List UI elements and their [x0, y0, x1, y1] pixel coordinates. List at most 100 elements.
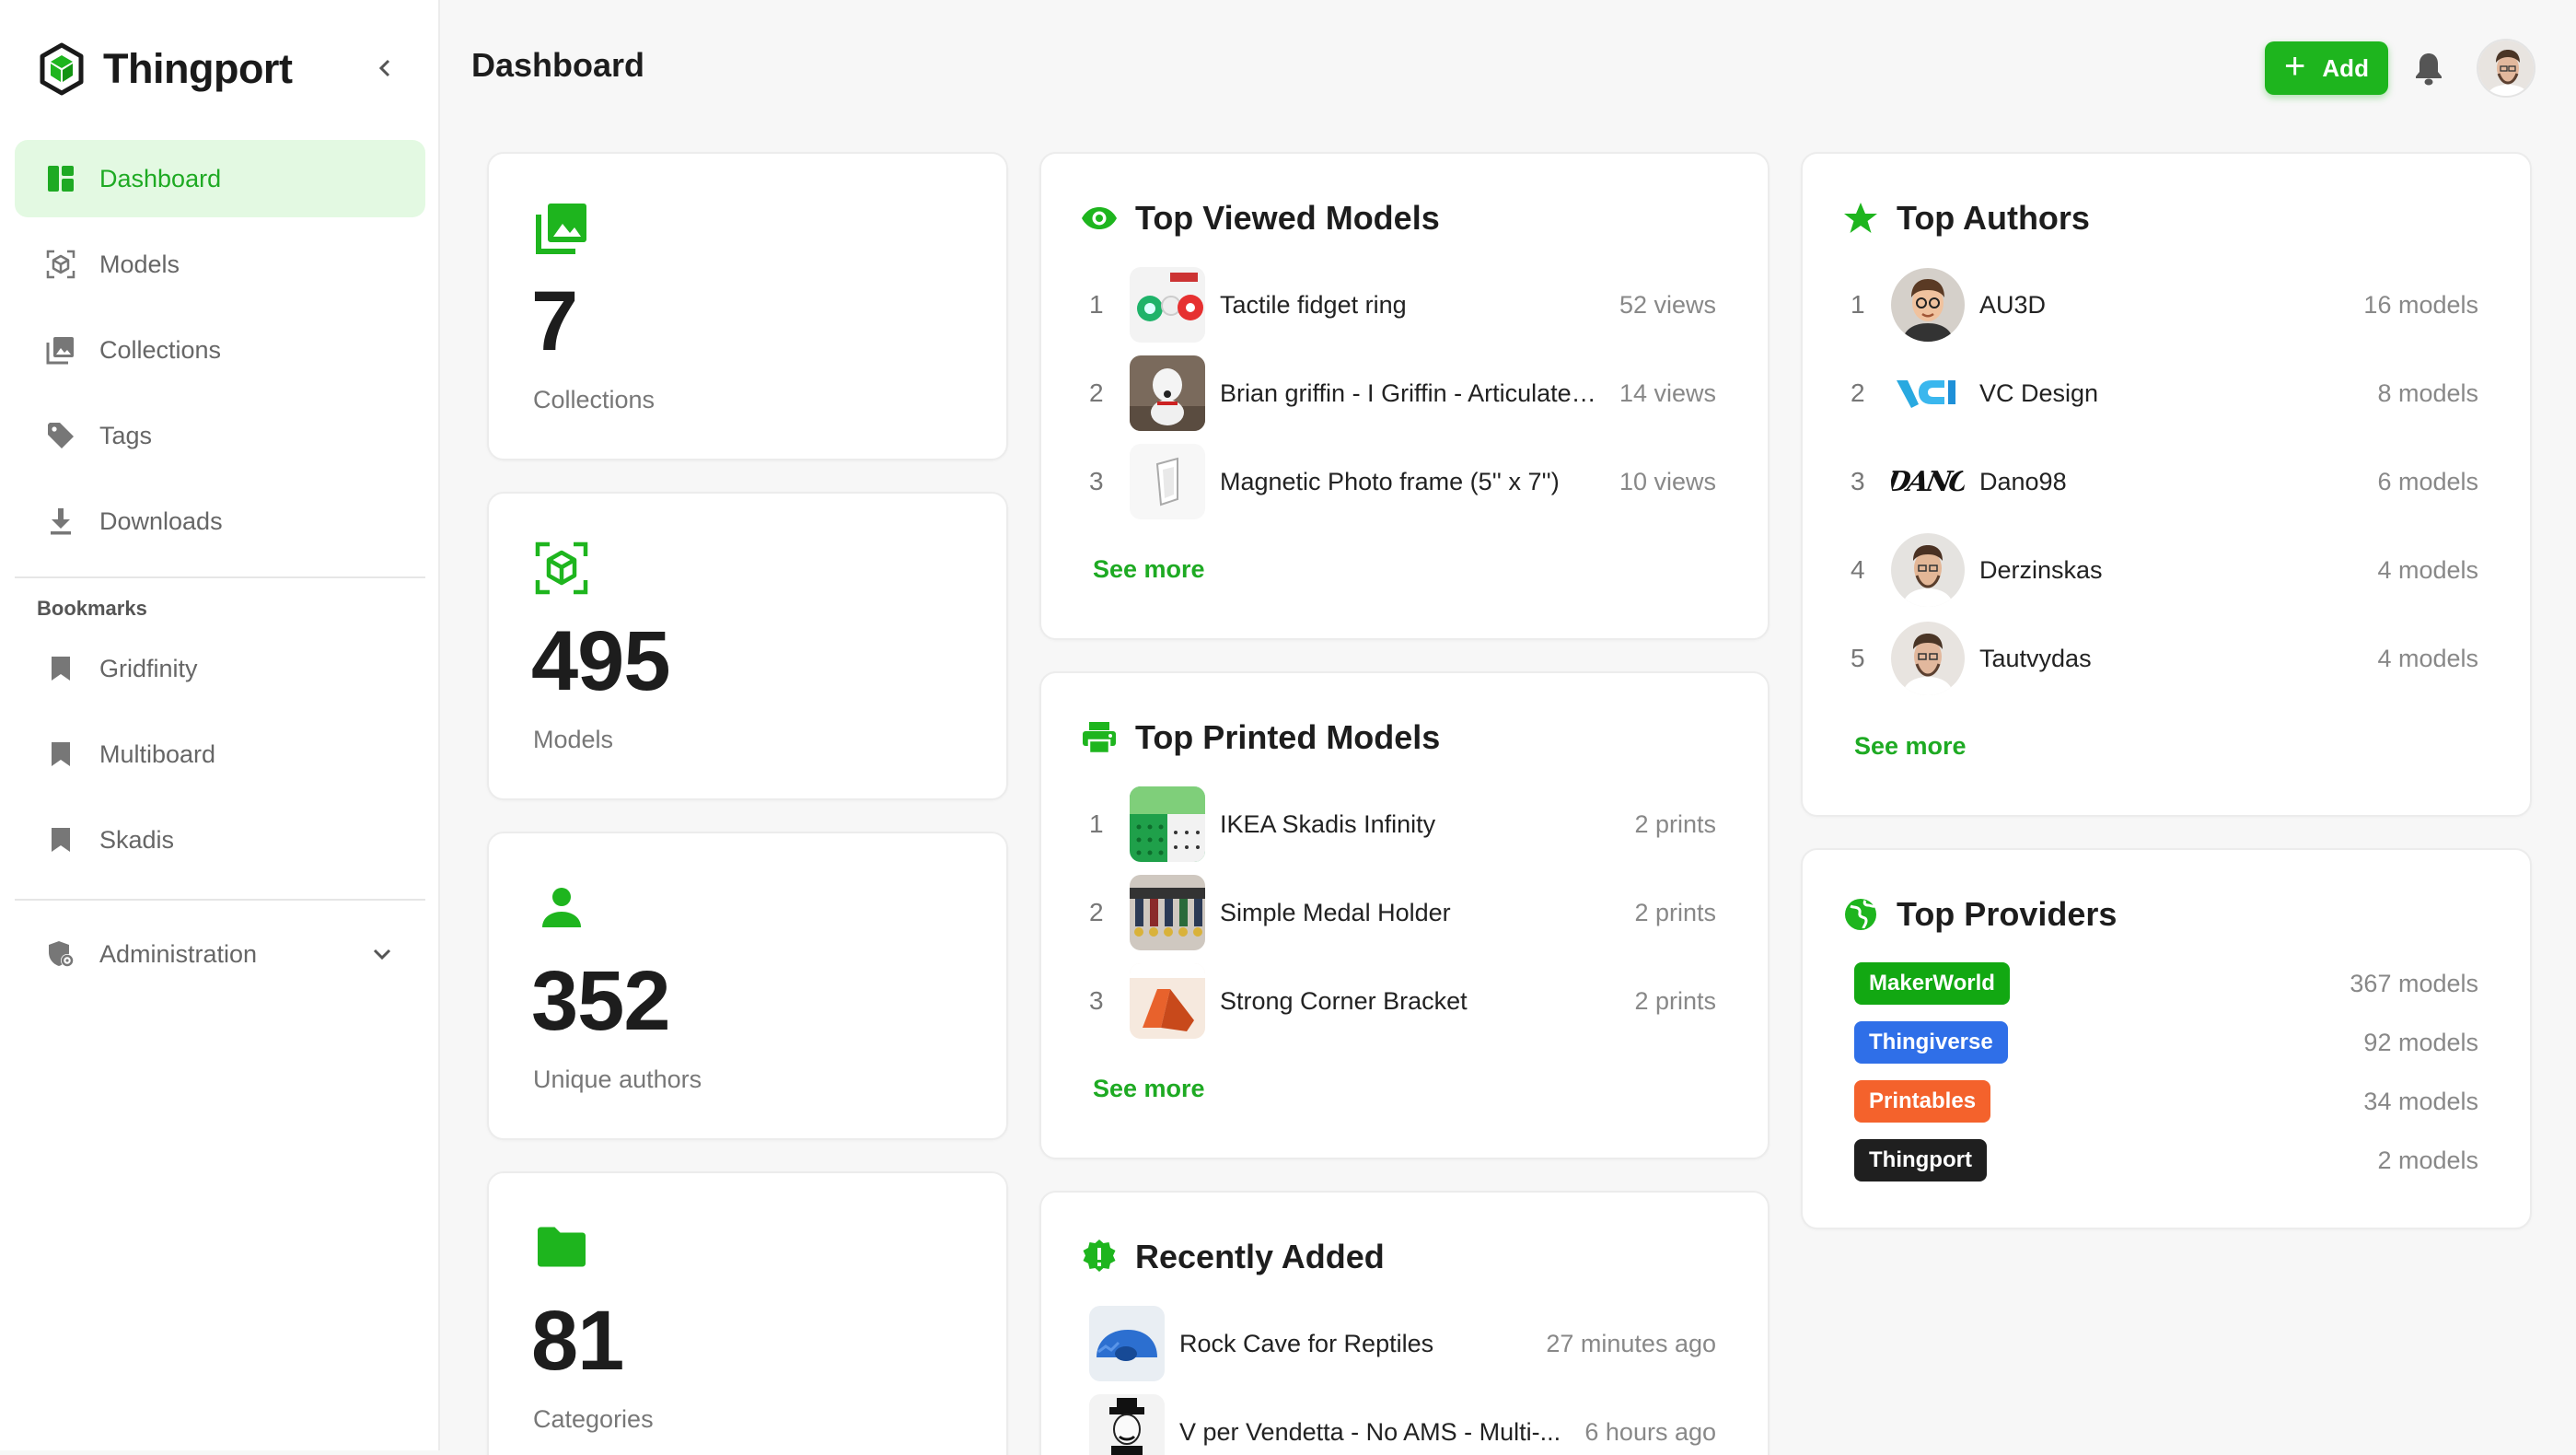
list-item[interactable]: 2 Simple Medal Holder 2 prints: [1089, 872, 1716, 953]
chevron-left-icon: [378, 59, 390, 77]
list-item[interactable]: 2 Brian griffin - I Griffin - Articulate…: [1089, 353, 1716, 434]
card-title-text: Top Providers: [1897, 895, 2118, 933]
star-icon: [1841, 199, 1880, 238]
admin-nav: Administration: [15, 915, 425, 1001]
card-title: Top Providers: [1841, 894, 2117, 935]
list-item[interactable]: Rock Cave for Reptiles 27 minutes ago: [1089, 1303, 1716, 1384]
author-avatar: [1891, 356, 1965, 430]
eye-icon: [1080, 199, 1119, 238]
plus-icon: +: [2284, 46, 2306, 87]
provider-row[interactable]: Printables 34 models: [1854, 1078, 2478, 1124]
sidebar-item-label: Administration: [99, 939, 258, 968]
bookmark-icon: [46, 739, 75, 769]
author-row[interactable]: 2 VC Design 8 models: [1851, 353, 2478, 434]
folder-icon: [538, 1227, 586, 1267]
list-item[interactable]: 3 Magnetic Photo frame (5'' x 7'') 10 vi…: [1089, 441, 1716, 522]
provider-badge-printables[interactable]: Printables: [1854, 1080, 1991, 1123]
provider-row[interactable]: MakerWorld 367 models: [1854, 960, 2478, 1007]
card-title-text: Top Printed Models: [1135, 718, 1441, 756]
provider-badge-thingport[interactable]: Thingport: [1854, 1139, 1987, 1181]
sidebar-item-skadis[interactable]: Skadis: [15, 801, 425, 879]
top-printed-card: Top Printed Models 1 IKEA Skadis Infinit…: [1039, 671, 1770, 1159]
sidebar-item-multiboard[interactable]: Multiboard: [15, 716, 425, 793]
see-more-link[interactable]: See more: [1854, 732, 1967, 761]
sidebar-item-downloads[interactable]: Downloads: [15, 483, 425, 560]
user-avatar[interactable]: [2477, 39, 2535, 98]
author-row[interactable]: 1 AU3D 16 models: [1851, 264, 2478, 345]
author-name: AU3D: [1979, 290, 2047, 319]
brand-name: Thingport: [103, 45, 293, 92]
stat-card-authors[interactable]: 352 Unique authors: [487, 832, 1008, 1140]
see-more-link[interactable]: See more: [1093, 555, 1205, 584]
provider-row[interactable]: Thingport 2 models: [1854, 1137, 2478, 1183]
stat-card-models[interactable]: 495 Models: [487, 492, 1008, 800]
rank: 1: [1089, 809, 1104, 838]
provider-badge-thingiverse[interactable]: Thingiverse: [1854, 1021, 2008, 1064]
rank: 4: [1851, 555, 1865, 584]
model-thumbnail: [1130, 786, 1205, 862]
sidebar-item-models[interactable]: Models: [15, 226, 425, 303]
recently-added-card: Recently Added Rock Cave for Reptiles 27…: [1039, 1191, 1770, 1455]
sidebar-item-label: Models: [99, 250, 180, 278]
provider-row[interactable]: Thingiverse 92 models: [1854, 1019, 2478, 1065]
new-badge-icon: [1080, 1238, 1119, 1276]
author-row[interactable]: 3 DANO Dano98 6 models: [1851, 441, 2478, 522]
added-time: 6 hours ago: [1584, 1417, 1716, 1446]
download-icon: [46, 506, 75, 536]
list-item[interactable]: 3 Strong Corner Bracket 2 prints: [1089, 960, 1716, 1042]
list-item[interactable]: 1 IKEA Skadis Infinity 2 prints: [1089, 784, 1716, 865]
globe-icon: [1841, 895, 1880, 934]
card-title-text: Recently Added: [1135, 1238, 1385, 1275]
model-name: Tactile fidget ring: [1220, 290, 1407, 319]
list-item[interactable]: 1 Tactile fidget ring 52 views: [1089, 264, 1716, 345]
stat-label: Categories: [533, 1405, 654, 1433]
author-row[interactable]: 4 Derzinskas 4 models: [1851, 530, 2478, 611]
print-count: 2 prints: [1634, 898, 1716, 926]
model-count: 8 models: [2377, 378, 2478, 407]
model-count: 6 models: [2377, 467, 2478, 495]
sidebar-item-tags[interactable]: Tags: [15, 397, 425, 474]
rank: 5: [1851, 644, 1865, 672]
stat-value: 81: [531, 1294, 624, 1388]
see-more-link[interactable]: See more: [1093, 1075, 1205, 1103]
collapse-sidebar-button[interactable]: [366, 50, 403, 87]
sidebar-item-label: Multiboard: [99, 739, 216, 768]
top-viewed-card: Top Viewed Models 1 Tactile fidget ring …: [1039, 152, 1770, 640]
tag-icon: [46, 421, 75, 450]
card-title: Recently Added: [1080, 1237, 1385, 1277]
author-logo: DANO: [1891, 445, 1965, 518]
sidebar-item-label: Downloads: [99, 506, 223, 535]
sidebar: Thingport Dashboard Models Collections T…: [0, 0, 440, 1450]
list-item[interactable]: V per Vendetta - No AMS - Multi-... 6 ho…: [1089, 1391, 1716, 1455]
model-name: Simple Medal Holder: [1220, 898, 1451, 926]
view-count: 14 views: [1619, 378, 1716, 407]
provider-badge-makerworld[interactable]: MakerWorld: [1854, 962, 2010, 1005]
view-count: 52 views: [1619, 290, 1716, 319]
top-authors-card: Top Authors 1 AU3D 16 models 2 VC Design…: [1801, 152, 2532, 817]
sidebar-item-collections[interactable]: Collections: [15, 311, 425, 389]
sidebar-item-dashboard[interactable]: Dashboard: [15, 140, 425, 217]
sidebar-item-administration[interactable]: Administration: [15, 915, 425, 993]
brand[interactable]: Thingport: [39, 41, 293, 98]
stat-card-categories[interactable]: 81 Categories: [487, 1171, 1008, 1455]
stat-value: 7: [531, 274, 578, 368]
dashboard-icon: [46, 164, 75, 193]
model-name: IKEA Skadis Infinity: [1220, 809, 1436, 838]
sidebar-item-gridfinity[interactable]: Gridfinity: [15, 630, 425, 707]
added-time: 27 minutes ago: [1546, 1329, 1716, 1357]
model-count: 92 models: [2363, 1028, 2478, 1056]
bell-icon[interactable]: [2412, 50, 2445, 87]
person-icon: [542, 888, 581, 927]
add-button[interactable]: + Add: [2265, 41, 2388, 95]
shield-icon: [46, 939, 75, 969]
model-count: 34 models: [2363, 1087, 2478, 1115]
model-name: Magnetic Photo frame (5'' x 7''): [1220, 467, 1560, 495]
stat-value: 352: [531, 954, 670, 1048]
author-row[interactable]: 5 Tautvydas 4 models: [1851, 618, 2478, 699]
card-title-text: Top Viewed Models: [1135, 199, 1440, 237]
rank: 3: [1851, 467, 1865, 495]
author-name: Derzinskas: [1979, 555, 2103, 584]
stat-card-collections[interactable]: 7 Collections: [487, 152, 1008, 460]
model-thumbnail: [1089, 1394, 1165, 1455]
author-avatar: [1891, 268, 1965, 342]
